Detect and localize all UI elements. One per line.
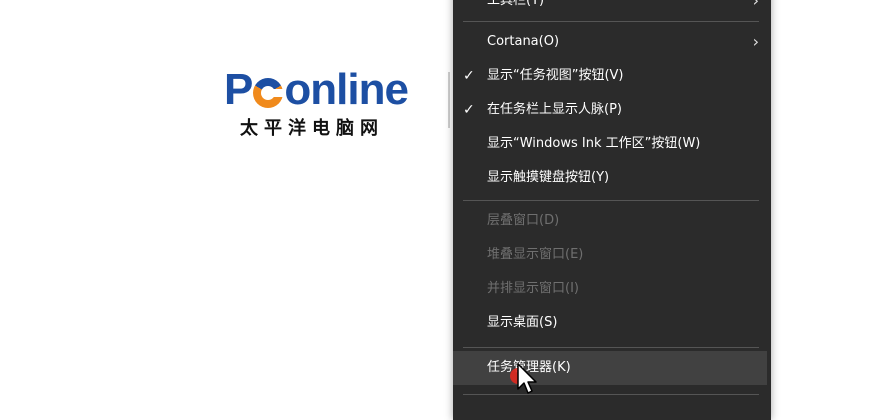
- logo-subtitle: 太平洋电脑网: [240, 118, 384, 139]
- checkmark-icon: ✓: [463, 102, 475, 118]
- pconline-logo: P online 太平洋电脑网: [224, 65, 434, 140]
- menu-divider: [463, 21, 759, 22]
- menu-item-label: 堆叠显示窗口(E): [487, 247, 584, 262]
- menu-item-label: 工具栏(T): [487, 0, 545, 8]
- menu-divider: [463, 394, 759, 395]
- menu-item-label: 显示“任务视图”按钮(V): [487, 68, 624, 83]
- menu-item-toolbars[interactable]: 工具栏(T) ›: [453, 0, 771, 18]
- menu-item-label: 并排显示窗口(I): [487, 281, 579, 296]
- menu-divider: [463, 200, 759, 201]
- chevron-right-icon: ›: [752, 32, 759, 51]
- menu-item-label: 显示桌面(S): [487, 315, 558, 330]
- menu-item-stack-windows[interactable]: 堆叠显示窗口(E): [453, 238, 771, 272]
- menu-item-label: 层叠窗口(D): [487, 213, 560, 228]
- menu-item-label: 在任务栏上显示人脉(P): [487, 102, 622, 117]
- arrow-pointer-icon: [517, 363, 537, 394]
- menu-item-side-by-side-windows[interactable]: 并排显示窗口(I): [453, 272, 771, 306]
- taskbar-context-menu: 工具栏(T) › Cortana(O) › ✓ 显示“任务视图”按钮(V) ✓ …: [453, 0, 771, 420]
- menu-item-show-touch-keyboard[interactable]: 显示触摸键盘按钮(Y): [453, 161, 771, 195]
- menu-item-task-manager[interactable]: 任务管理器(K): [453, 351, 767, 385]
- menu-item-show-windows-ink[interactable]: 显示“Windows Ink 工作区”按钮(W): [453, 127, 771, 161]
- menu-item-show-people[interactable]: ✓ 在任务栏上显示人脉(P): [453, 93, 771, 127]
- menu-item-label: Cortana(O): [487, 34, 560, 49]
- menu-item-cortana[interactable]: Cortana(O) ›: [453, 25, 771, 59]
- checkmark-icon: ✓: [463, 68, 475, 84]
- menu-item-cascade-windows[interactable]: 层叠窗口(D): [453, 204, 771, 238]
- logo-letter-p: P: [224, 65, 253, 114]
- menu-item-label: 显示触摸键盘按钮(Y): [487, 170, 610, 185]
- mouse-cursor: [510, 362, 542, 398]
- menu-divider: [463, 347, 759, 348]
- menu-item-show-desktop[interactable]: 显示桌面(S): [453, 306, 771, 340]
- chevron-right-icon: ›: [752, 0, 759, 10]
- logo-wordmark: P online: [224, 65, 409, 114]
- logo-letters-online: online: [284, 65, 409, 114]
- menu-item-label: 显示“Windows Ink 工作区”按钮(W): [487, 136, 701, 151]
- logo-c-icon: [253, 78, 286, 108]
- vertical-divider: [448, 72, 450, 128]
- menu-item-show-task-view[interactable]: ✓ 显示“任务视图”按钮(V): [453, 59, 771, 93]
